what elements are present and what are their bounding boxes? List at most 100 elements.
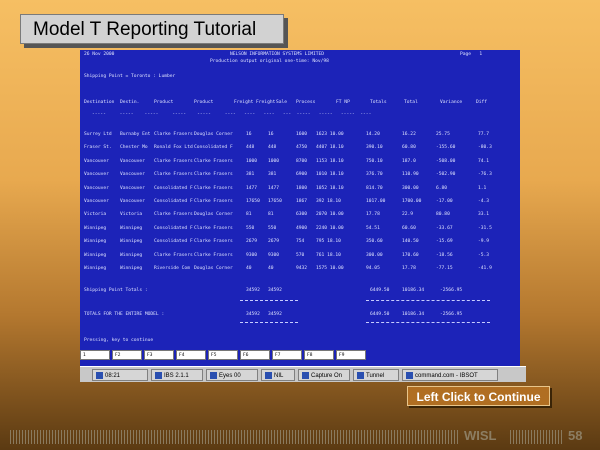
table-cell: 1575 10.00 — [316, 266, 344, 271]
table-row: Vancouver Vancouver Clarke Frasers Clarke F… — [80, 159, 520, 165]
terminal-window[interactable]: 26 Nov 2000 NELSON INFORMATION SYSTEMS L… — [80, 50, 520, 366]
table-cell: Clarke Frasers — [194, 172, 233, 178]
function-key-2[interactable]: F2 — [112, 350, 142, 360]
table-cell: -18.56 — [436, 252, 453, 258]
table-cell: -80.3 — [478, 145, 492, 151]
table-row: Winnipeg Winnipeg Consolidated F Clarke Fra… — [80, 239, 520, 245]
table-cell: Clarke Frasers — [194, 199, 233, 204]
table-cell: 1010 18.10 — [316, 172, 344, 178]
taskbar-item[interactable]: Eyes 00 — [206, 369, 258, 381]
table-cell: -502.90 — [436, 172, 456, 178]
table-cell: 448 — [268, 145, 277, 151]
table-cell: Winnipeg — [120, 225, 143, 231]
function-key-8[interactable]: F8 — [304, 350, 334, 360]
table-cell: 1623 10.00 — [316, 132, 344, 137]
taskbar-item[interactable]: command.com - IBSOT — [402, 369, 498, 381]
table-cell: 1000 — [246, 158, 258, 164]
function-key-9[interactable]: F9 — [336, 350, 366, 360]
table-row: Fraser St. Chester Mo Ronald Fox Ltd Consol… — [80, 145, 520, 151]
table-row: Winnipeg Winnipeg Clarke Frasers Clarke Fra… — [80, 253, 520, 259]
column-header: Totals — [370, 100, 387, 105]
company-name: NELSON INFORMATION SYSTEMS LIMITED — [230, 52, 325, 57]
table-cell: 14.20 — [366, 132, 380, 137]
table-cell: 550 — [268, 225, 277, 231]
window-icon — [210, 371, 217, 379]
column-rule: ----- ----- ----- ----- ----- ---- ---- … — [92, 112, 372, 117]
table-cell: 795 18.10 — [316, 239, 341, 245]
table-cell: 1600 — [296, 132, 308, 137]
taskbar-item[interactable]: Capture On — [298, 369, 350, 381]
table-cell: 381 — [246, 172, 255, 178]
table-cell: Clarke Frasers — [194, 158, 233, 164]
table-cell: Clarke Frasers — [154, 132, 193, 137]
taskbar-item[interactable]: NIL — [261, 369, 295, 381]
continue-button[interactable]: Left Click to Continue — [407, 386, 550, 406]
table-cell: 750.10 — [366, 158, 383, 164]
taskbar-item[interactable]: 08:21 — [92, 369, 148, 381]
table-cell: 1867 — [296, 199, 308, 204]
table-cell: 33.1 — [478, 212, 490, 218]
table-cell: -155.60 — [436, 145, 456, 151]
taskbar-item[interactable]: Tunnel — [353, 369, 399, 381]
taskbar-item[interactable]: IBS 2.1.1 — [151, 369, 203, 381]
slide-title: Model T Reporting Tutorial — [20, 14, 284, 44]
total-label: TOTALS FOR THE ENTIRE MODEL : — [84, 312, 165, 317]
function-key-7[interactable]: F7 — [272, 350, 302, 360]
table-cell: Victoria — [120, 212, 143, 218]
table-cell: -15.69 — [436, 239, 453, 245]
table-cell: 17.78 — [402, 266, 416, 271]
table-cell: Consolidated F — [154, 199, 193, 204]
column-header: Destination — [84, 100, 115, 105]
function-key-1[interactable]: 1 — [80, 350, 110, 360]
taskbar-item-label: Tunnel — [366, 373, 385, 379]
column-header: Freight — [256, 100, 276, 105]
table-cell: Consolidated F — [154, 239, 193, 245]
table-row: Vancouver Vancouver Consolidated F Clarke F… — [80, 186, 520, 192]
table-cell: Vancouver — [120, 185, 145, 191]
column-header: Product — [194, 100, 214, 105]
table-cell: 110.90 — [402, 172, 419, 178]
function-key-3[interactable]: F3 — [144, 350, 174, 360]
total-value: 34592 — [268, 288, 282, 293]
table-cell: 1700.00 — [402, 199, 422, 204]
table-cell: 2679 — [268, 239, 280, 245]
table-row: Winnipeg Winnipeg Consolidated F Clarke Fra… — [80, 226, 520, 232]
taskbar-item-label: NIL — [274, 373, 284, 379]
table-cell: Consolidated F — [154, 225, 193, 231]
table-cell: 80.80 — [436, 212, 450, 218]
function-key-bar: 1 F2 F3 F4 F5 F6 F7 F8 F9 — [80, 350, 520, 362]
table-cell: 2240 10.00 — [316, 225, 344, 231]
subtotal-row: Shipping Point Totals : 34592 34592 6449.50… — [80, 288, 520, 294]
table-cell: 2679 — [246, 239, 258, 245]
table-cell: Clarke Frasers — [194, 239, 233, 245]
table-cell: 81 — [246, 212, 252, 218]
function-key-5[interactable]: F5 — [208, 350, 238, 360]
table-cell: 40 — [268, 266, 274, 271]
table-cell: Consolidated F — [194, 145, 233, 151]
camera-icon — [302, 371, 309, 379]
table-cell: 570 — [296, 252, 305, 258]
table-cell: 81 — [268, 212, 274, 218]
table-cell: 448 — [246, 145, 255, 151]
table-cell: 6900 — [296, 172, 308, 178]
table-cell: 4750 — [296, 145, 308, 151]
report-subtitle: Shipping Point = Toronto : Lumber — [84, 74, 176, 79]
table-cell: 300.00 — [366, 252, 383, 258]
column-header-row: Destination Destin. Product Product Freight F… — [80, 100, 520, 106]
footer-bar-left — [10, 430, 460, 444]
function-key-4[interactable]: F4 — [176, 350, 206, 360]
terminal-icon — [155, 371, 162, 379]
report-date: 26 Nov 2000 — [84, 52, 115, 57]
function-key-6[interactable]: F6 — [240, 350, 270, 360]
table-cell: 9300 — [268, 252, 280, 258]
table-cell: Clarke Frasers — [194, 225, 233, 231]
table-cell: 1017.00 — [366, 199, 386, 204]
page-number: 58 — [568, 428, 583, 443]
total-value: 6449.50 — [370, 312, 390, 317]
table-cell: 1.1 — [478, 185, 487, 191]
table-row: Winnipeg Winnipeg Riverside Com Douglas Cor… — [80, 266, 520, 272]
table-cell: Douglas Corner — [194, 212, 233, 218]
column-header: Total — [404, 100, 418, 105]
table-cell: 376.70 — [366, 172, 383, 178]
taskbar: 08:21 IBS 2.1.1 Eyes 00 NIL Capture On Tunnel… — [80, 366, 526, 382]
